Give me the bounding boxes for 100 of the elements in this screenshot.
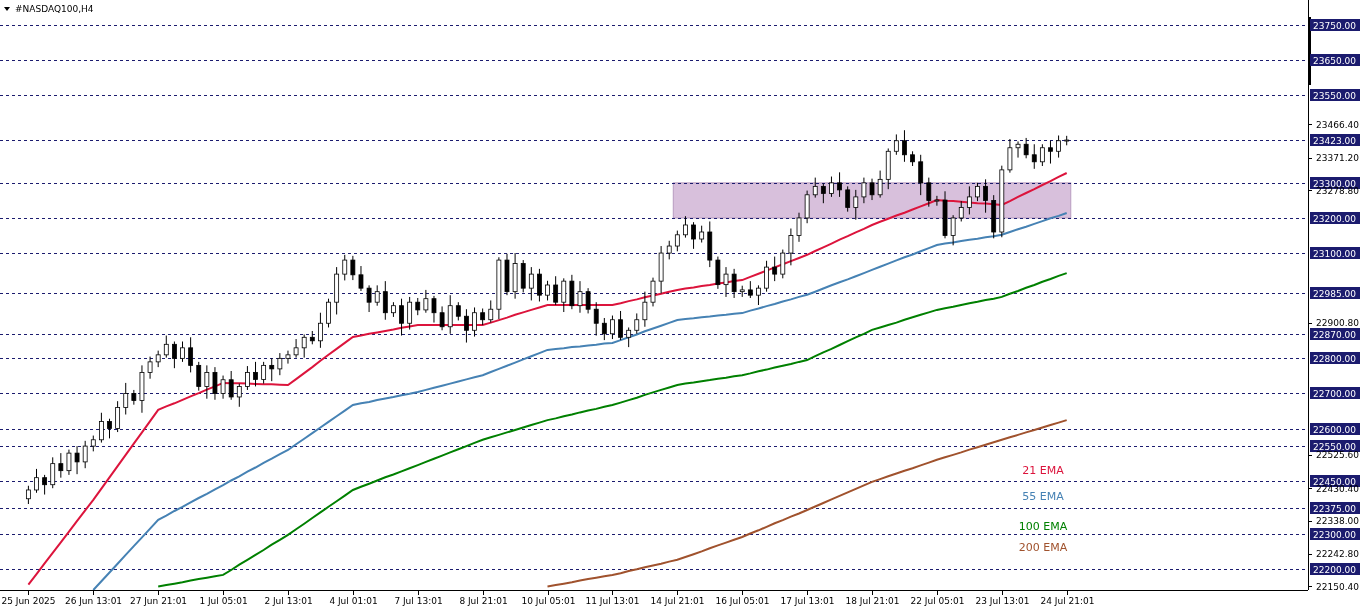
candlestick <box>439 305 445 331</box>
time-label: 18 Jul 21:01 <box>845 596 900 606</box>
candlestick <box>115 400 121 433</box>
candlestick <box>236 383 242 408</box>
candlestick <box>934 195 940 207</box>
price-level-label: 22800.00 <box>1310 352 1360 364</box>
price-level-label: 22300.00 <box>1310 528 1360 540</box>
time-label: 1 Jul 05:01 <box>199 596 248 606</box>
candlestick <box>50 456 56 489</box>
time-label: 4 Jul 01:01 <box>329 596 378 606</box>
candlestick <box>204 364 210 400</box>
ema-legend-label: 21 EMA <box>1022 464 1064 477</box>
time-label: 22 Jul 05:01 <box>910 596 965 606</box>
candlestick <box>837 171 842 198</box>
candlestick <box>553 275 559 306</box>
candlestick <box>975 182 980 202</box>
candlestick <box>82 440 88 469</box>
candlestick <box>845 185 851 213</box>
candlestick <box>366 284 372 313</box>
candlestick <box>464 308 469 344</box>
candlestick <box>269 357 275 382</box>
candlestick <box>780 249 786 279</box>
candlestick <box>601 317 607 341</box>
candlestick <box>74 445 80 475</box>
candlestick <box>634 312 640 335</box>
candlestick <box>893 133 899 156</box>
price-level-label: 23423.00 <box>1310 134 1360 146</box>
candlestick <box>683 215 688 239</box>
candlestick <box>107 418 112 439</box>
candlestick <box>58 452 64 479</box>
candlestick <box>812 177 818 199</box>
candlestick <box>431 295 437 324</box>
chart-title: #NASDAQ100,H4 <box>15 4 94 14</box>
dropdown-triangle-icon[interactable] <box>4 7 10 11</box>
price-level-label: 22375.00 <box>1310 502 1360 514</box>
candlestick <box>220 375 226 400</box>
candlestick <box>626 326 632 348</box>
candlestick <box>666 240 672 260</box>
time-label: 2 Jul 13:01 <box>264 596 313 606</box>
candlestick <box>277 352 283 376</box>
candlestick <box>772 256 778 282</box>
candlestick <box>99 412 104 444</box>
candlestick <box>926 177 932 208</box>
candlestick <box>756 284 761 306</box>
candlestick <box>1023 137 1029 159</box>
candlestick <box>723 266 729 298</box>
candlestick <box>1015 140 1021 159</box>
price-level-label: 22200.00 <box>1310 563 1360 575</box>
candlestick <box>585 287 591 314</box>
candlestick <box>820 183 826 204</box>
price-level-label: 23550.00 <box>1310 89 1360 101</box>
candlestick <box>407 296 413 331</box>
candlestick <box>528 266 534 301</box>
candlestick <box>829 176 834 198</box>
candlestick <box>245 365 250 391</box>
time-label: 16 Jul 05:01 <box>715 596 770 606</box>
candlestick <box>253 361 258 387</box>
price-tick-label: 22338.00 <box>1316 516 1359 526</box>
time-label: 10 Jul 05:01 <box>521 596 576 606</box>
candlestick <box>691 221 696 250</box>
candlestick <box>642 291 648 328</box>
candlestick <box>293 338 299 359</box>
candlestick <box>1007 138 1013 174</box>
price-tick-label: 23466.40 <box>1316 119 1359 130</box>
candlestick <box>318 312 323 349</box>
price-level-label: 23750.00 <box>1310 19 1360 31</box>
candlestick <box>1056 134 1061 159</box>
candlestick <box>561 277 567 313</box>
price-level-label: 23100.00 <box>1310 247 1360 259</box>
candlestick <box>1048 140 1053 165</box>
time-label: 8 Jul 21:01 <box>459 596 508 606</box>
candlestick <box>537 268 542 302</box>
candlestick <box>610 315 615 340</box>
ema-legend-label: 200 EMA <box>1018 541 1068 554</box>
time-label: 23 Jul 13:01 <box>975 596 1030 606</box>
candlestick <box>488 299 494 324</box>
price-level-label: 23300.00 <box>1310 177 1360 189</box>
candlestick <box>261 361 267 385</box>
candlestick <box>861 177 867 204</box>
candlestick <box>172 341 177 369</box>
price-tick-label: 22900.80 <box>1316 318 1359 329</box>
candlestick <box>285 350 291 365</box>
time-label: 24 Jul 21:01 <box>1040 596 1095 606</box>
candlestick <box>966 185 972 215</box>
candlestick <box>472 306 477 338</box>
candlestick <box>853 189 859 221</box>
candlestick <box>180 341 185 363</box>
price-tick-label: 22525.60 <box>1316 450 1359 461</box>
price-tick-label: 23371.20 <box>1316 153 1359 164</box>
candlestick <box>455 301 461 321</box>
time-label: 26 Jun 13:01 <box>64 596 123 606</box>
time-label: 11 Jul 13:01 <box>585 596 640 606</box>
candlestick <box>42 474 48 496</box>
ema-legend-label: 55 EMA <box>1022 490 1064 503</box>
candlestick <box>804 190 810 224</box>
candlestick <box>577 280 583 314</box>
candlestick <box>123 382 129 416</box>
candlestick <box>228 370 234 401</box>
candlestick <box>950 214 956 246</box>
time-label: 27 Jun 21:01 <box>129 596 188 606</box>
